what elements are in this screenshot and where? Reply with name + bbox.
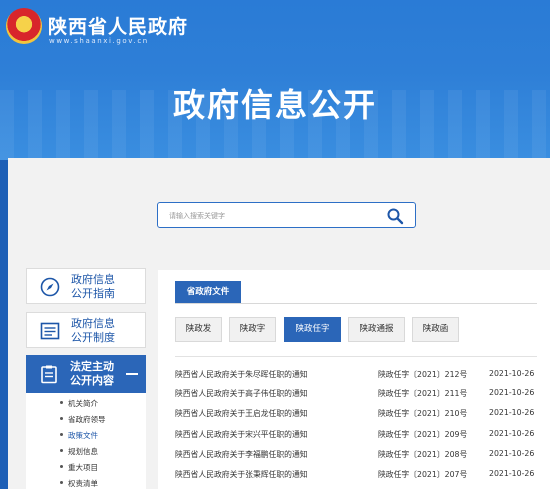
clipboard-icon [41, 365, 57, 384]
document-number: 陕政任字〔2021〕210号 [378, 409, 468, 418]
list-item[interactable]: 陕西省人民政府关于宋兴平任职的通知 陕政任字〔2021〕209号 2021-10… [175, 429, 537, 443]
document-number: 陕政任字〔2021〕207号 [378, 470, 468, 479]
sidebar-item-guide[interactable]: 政府信息 公开指南 [26, 268, 146, 304]
filter-button-active[interactable]: 陕政任字 [284, 317, 341, 342]
submenu-item[interactable]: 机关简介 [60, 398, 98, 409]
divider [175, 356, 537, 357]
filter-button[interactable]: 陕政函 [412, 317, 459, 342]
submenu-item[interactable]: 规划信息 [60, 446, 98, 457]
search-icon[interactable] [386, 207, 404, 225]
document-date: 2021-10-26 [489, 388, 535, 397]
list-item[interactable]: 陕西省人民政府关于张秉辉任职的通知 陕政任字〔2021〕207号 2021-10… [175, 469, 537, 483]
collapse-icon[interactable] [126, 373, 138, 375]
national-emblem-logo[interactable] [6, 8, 42, 44]
filter-button[interactable]: 陕政发 [175, 317, 222, 342]
document-number: 陕政任字〔2021〕211号 [378, 389, 468, 398]
header-banner: 陕西省人民政府 www.shaanxi.gov.cn 政府信息公开 [0, 0, 550, 160]
sidebar-item-label: 法定主动 公开内容 [70, 360, 114, 387]
divider [175, 303, 537, 304]
submenu-item[interactable]: 省政府领导 [60, 414, 106, 425]
submenu-item[interactable]: 重大项目 [60, 462, 98, 473]
document-title[interactable]: 陕西省人民政府关于李福鹏任职的通知 [175, 449, 308, 460]
compass-icon [40, 277, 60, 297]
document-date: 2021-10-26 [489, 449, 535, 458]
document-title[interactable]: 陕西省人民政府关于宋兴平任职的通知 [175, 429, 308, 440]
tab-provincial-documents[interactable]: 省政府文件 [175, 281, 241, 303]
sidebar-item-label: 政府信息 公开指南 [71, 273, 115, 300]
page-title: 政府信息公开 [172, 86, 377, 124]
document-date: 2021-10-26 [489, 408, 535, 417]
document-number: 陕政任字〔2021〕209号 [378, 430, 468, 439]
filter-button[interactable]: 陕政字 [229, 317, 276, 342]
document-title[interactable]: 陕西省人民政府关于高子伟任职的通知 [175, 388, 308, 399]
document-title[interactable]: 陕西省人民政府关于王启龙任职的通知 [175, 408, 308, 419]
sidebar-item-label: 政府信息 公开制度 [71, 317, 115, 344]
document-date: 2021-10-26 [489, 429, 535, 438]
site-url: www.shaanxi.gov.cn [49, 37, 149, 45]
document-number: 陕政任字〔2021〕212号 [378, 370, 468, 379]
document-date: 2021-10-26 [489, 469, 535, 478]
document-title[interactable]: 陕西省人民政府关于张秉辉任职的通知 [175, 469, 308, 480]
submenu-item-current[interactable]: 政策文件 [60, 430, 98, 441]
search-box[interactable]: 请输入搜索关键字 [157, 202, 416, 228]
document-date: 2021-10-26 [489, 369, 535, 378]
list-item[interactable]: 陕西省人民政府关于高子伟任职的通知 陕政任字〔2021〕211号 2021-10… [175, 388, 537, 402]
search-input[interactable]: 请输入搜索关键字 [169, 211, 225, 221]
document-number: 陕政任字〔2021〕208号 [378, 450, 468, 459]
list-item[interactable]: 陕西省人民政府关于王启龙任职的通知 陕政任字〔2021〕210号 2021-10… [175, 408, 537, 422]
sidebar-item-statutory[interactable]: 法定主动 公开内容 [26, 355, 146, 393]
submenu-item[interactable]: 权责清单 [60, 478, 98, 489]
list-icon [40, 322, 60, 340]
document-title[interactable]: 陕西省人民政府关于朱尽晖任职的通知 [175, 369, 308, 380]
sidebar-submenu: 机关简介 省政府领导 政策文件 规划信息 重大项目 权责清单 [26, 393, 146, 489]
list-item[interactable]: 陕西省人民政府关于朱尽晖任职的通知 陕政任字〔2021〕212号 2021-10… [175, 369, 537, 383]
filter-button[interactable]: 陕政通报 [348, 317, 405, 342]
sidebar-item-system[interactable]: 政府信息 公开制度 [26, 312, 146, 348]
site-title[interactable]: 陕西省人民政府 [48, 12, 188, 39]
list-item[interactable]: 陕西省人民政府关于李福鹏任职的通知 陕政任字〔2021〕208号 2021-10… [175, 449, 537, 463]
